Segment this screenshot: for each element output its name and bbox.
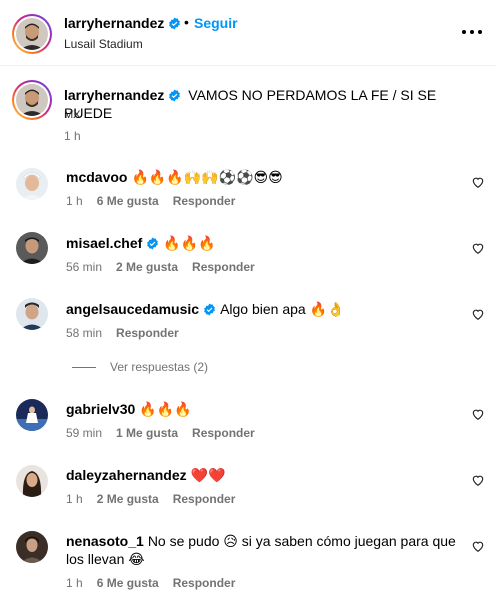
comment-avatar-daleyza[interactable] [16,465,48,497]
header-username[interactable]: larryhernandez [64,15,181,31]
comment-username[interactable]: mcdavoo [66,169,127,185]
comment-time[interactable]: 1 h [66,576,83,590]
comment-avatar-nenasoto[interactable] [16,531,48,563]
reply-button[interactable]: Responder [173,576,236,590]
comment-meta: 56 min 2 Me gusta Responder [66,260,269,274]
avatar-image [16,465,48,497]
comment-username[interactable]: misael.chef [66,235,142,251]
comment-username[interactable]: gabrielv30 [66,401,135,417]
comment-username[interactable]: nenasoto_1 [66,533,144,549]
more-horizontal-icon[interactable] [460,22,484,42]
comment-avatar-mcdavoo[interactable] [16,168,48,200]
reply-button[interactable]: Responder [173,194,236,208]
comment-likes[interactable]: 2 Me gusta [116,260,178,274]
comment-body: misael.chef 🔥🔥🔥 [66,234,466,252]
verified-badge-icon [169,17,181,30]
comment-text: ❤️❤️ [190,467,226,483]
avatar-image [16,232,48,264]
like-heart-icon[interactable] [471,307,485,321]
comment-body: daleyzahernandez ❤️❤️ [66,466,466,484]
avatar-image-larry [16,18,48,50]
comment-body: gabrielv30 🔥🔥🔥 [66,400,466,418]
comment-meta: 1 h 2 Me gusta Responder [66,492,249,506]
like-heart-icon[interactable] [471,473,485,487]
reply-button[interactable]: Responder [192,260,255,274]
comment-likes[interactable]: 6 Me gusta [97,194,159,208]
like-heart-icon[interactable] [471,539,485,553]
like-heart-icon[interactable] [471,407,485,421]
avatar-image [16,399,48,431]
post-header: larryhernandez • Seguir Lusail Stadium [0,0,496,66]
follow-button[interactable]: Seguir [194,15,238,31]
comment-time[interactable]: 56 min [66,260,102,274]
reply-button[interactable]: Responder [116,326,179,340]
comment-avatar-misael[interactable] [16,232,48,264]
header-separator: • [184,14,189,30]
view-replies-label[interactable]: Ver respuestas (2) [110,360,208,374]
comment-time[interactable]: 1 h [66,492,83,506]
caption-username[interactable]: larryhernandez [64,87,164,103]
replies-divider [72,367,96,369]
comment-time[interactable]: 59 min [66,426,102,440]
comment-meta: 58 min Responder [66,326,193,340]
comment-body: angelsaucedamusic Algo bien apa 🔥👌 [66,300,466,318]
caption-text-row: larryhernandez VAMOS NO PERDAMOS LA FE /… [64,86,484,122]
comment-username[interactable]: daleyzahernandez [66,467,187,483]
location-link[interactable]: Lusail Stadium [64,37,143,51]
comment-time[interactable]: 58 min [66,326,102,340]
comment-likes[interactable]: 2 Me gusta [97,492,159,506]
comment-body: mcdavoo 🔥🔥🔥🙌🙌⚽⚽😎😎 [66,168,466,186]
view-replies-button[interactable]: Ver respuestas (2) [72,360,208,374]
caption-avatar[interactable] [12,80,52,120]
comment-username[interactable]: angelsaucedamusic [66,301,199,317]
comment-meta: 1 h 6 Me gusta Responder [66,576,249,590]
comment-likes[interactable]: 1 Me gusta [116,426,178,440]
comment-meta: 59 min 1 Me gusta Responder [66,426,269,440]
comment-avatar-angelsauceda[interactable] [16,298,48,330]
verified-badge-icon [204,303,215,316]
comment-text: Algo bien apa 🔥👌 [220,301,345,317]
caption-suffix: MX [64,109,81,121]
comment-meta: 1 h 6 Me gusta Responder [66,194,249,208]
avatar-image [16,168,48,200]
comment-text: 🔥🔥🔥 [163,235,216,251]
profile-avatar[interactable] [12,14,52,54]
comment-text: 🔥🔥🔥🙌🙌⚽⚽😎😎 [131,169,283,185]
comment-text: 🔥🔥🔥 [139,401,192,417]
like-heart-icon[interactable] [471,175,485,189]
comment-body: nenasoto_1 No se pudo 😥 si ya saben cómo … [66,532,466,568]
avatar-image-larry-caption [16,84,48,116]
comment-likes[interactable]: 6 Me gusta [97,576,159,590]
caption-time[interactable]: 1 h [64,129,81,143]
verified-badge-icon [147,237,159,250]
reply-button[interactable]: Responder [192,426,255,440]
comment-avatar-gabrielv30[interactable] [16,399,48,431]
comment-time[interactable]: 1 h [66,194,83,208]
avatar-image [16,298,48,330]
reply-button[interactable]: Responder [173,492,236,506]
avatar-image [16,531,48,563]
verified-badge-icon [169,89,181,102]
like-heart-icon[interactable] [471,241,485,255]
